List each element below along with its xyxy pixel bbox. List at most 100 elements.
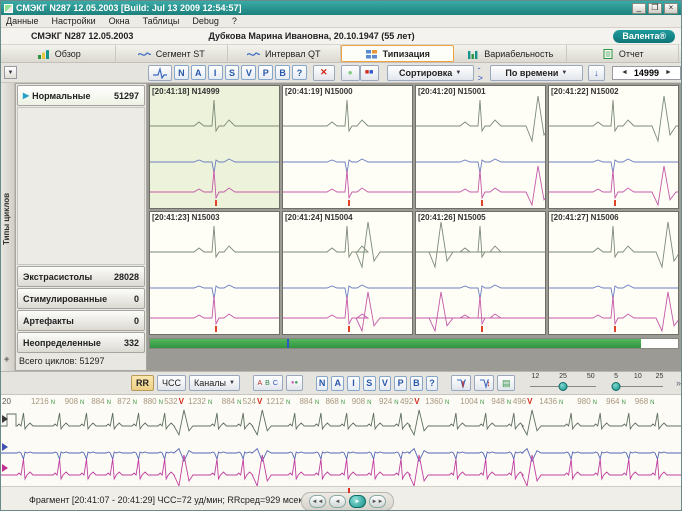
strip-class-button-A[interactable]: A bbox=[331, 376, 344, 391]
tab-сегмент-st[interactable]: Сегмент ST bbox=[116, 45, 229, 62]
tab-типизация[interactable]: Типизация bbox=[341, 45, 455, 62]
slider-tick-label: 50 bbox=[587, 373, 595, 380]
menu-item-?[interactable]: ? bbox=[232, 16, 237, 26]
beat-arrow-icon bbox=[456, 377, 466, 389]
strip-class-button-?[interactable]: ? bbox=[426, 376, 439, 391]
strip-class-button-S[interactable]: S bbox=[363, 376, 376, 391]
prev-cycle-button[interactable]: ◄ bbox=[621, 69, 628, 76]
gain-slider[interactable]: 51025 bbox=[611, 373, 665, 393]
strip-class-button-V[interactable]: V bbox=[379, 376, 392, 391]
tiles-area: [20:41:18] N14999[20:41:19] N15000[20:41… bbox=[147, 83, 681, 371]
fragment-status-text: Фрагмент [20:41:07 - 20:41:29] ЧСС=72 уд… bbox=[29, 495, 305, 505]
beat-view-button[interactable] bbox=[148, 65, 172, 81]
strip-class-button-B[interactable]: B bbox=[410, 376, 423, 391]
next-cycle-button[interactable]: ► bbox=[665, 69, 672, 76]
ecg-tile[interactable]: [20:41:27] N15006 bbox=[548, 211, 679, 335]
sidebar-item-5[interactable]: Неопределенные332 bbox=[17, 332, 145, 353]
pin-icon: ◈ bbox=[4, 355, 9, 363]
tab-интервал-qt[interactable]: Интервал QT bbox=[228, 45, 341, 62]
ecg-tile[interactable]: [20:41:22] N15002 bbox=[548, 85, 679, 209]
record-progress-bar[interactable] bbox=[149, 338, 679, 349]
mark-beat-button[interactable] bbox=[451, 375, 471, 391]
tile-traces bbox=[283, 212, 413, 334]
panel-dropdown-button[interactable]: ▼ bbox=[4, 66, 17, 79]
delete-beat-button[interactable] bbox=[474, 375, 494, 391]
class-button-?[interactable]: ? bbox=[292, 65, 307, 80]
channel1-marker bbox=[2, 415, 8, 423]
close-button[interactable]: × bbox=[664, 3, 678, 14]
class-button-N[interactable]: N bbox=[174, 65, 189, 80]
menu-item-окна[interactable]: Окна bbox=[109, 16, 130, 26]
ecg-tile[interactable]: [20:41:20] N15001 bbox=[415, 85, 546, 209]
forward-button[interactable]: ►► bbox=[369, 495, 386, 508]
empty-list-area bbox=[17, 107, 145, 265]
hr-mode-button[interactable]: ЧСС bbox=[157, 375, 186, 391]
sort-mode-dropdown[interactable]: По времени▼ bbox=[490, 65, 583, 81]
slider-knob[interactable] bbox=[612, 382, 621, 391]
ecg-tile[interactable]: [20:41:26] N15005 bbox=[415, 211, 546, 335]
slider-knob[interactable] bbox=[559, 382, 568, 391]
rr-value: 880N bbox=[143, 397, 163, 406]
patient-bar: СМЭКГ N287 12.05.2003 Дубкова Марина Ива… bbox=[1, 28, 681, 45]
rr-value: 1360N bbox=[425, 397, 449, 406]
ecg-tile[interactable]: [20:41:19] N15000 bbox=[282, 85, 413, 209]
tab-bar: Обзор Сегмент STИнтервал QTТипизацияВариа… bbox=[1, 45, 681, 63]
ecg-tile[interactable]: [20:41:18] N14999 bbox=[149, 85, 280, 209]
step-back-button[interactable]: ◄ bbox=[329, 495, 346, 508]
minimize-button[interactable]: _ bbox=[632, 3, 646, 14]
collapse-panel-icon[interactable]: » bbox=[676, 378, 681, 388]
play-button[interactable]: ► bbox=[349, 495, 366, 508]
move-to-class-button[interactable]: ■■ bbox=[360, 65, 379, 81]
ecg-tile[interactable]: [20:41:24] N15004 bbox=[282, 211, 413, 335]
sidebar-item-4[interactable]: Артефакты0 bbox=[17, 310, 145, 331]
rr-value: 908N bbox=[352, 397, 372, 406]
sort-button[interactable]: Сортировка▼ bbox=[387, 65, 474, 81]
beat-position-tick bbox=[481, 326, 483, 332]
progress-fill bbox=[150, 339, 641, 348]
tab-обзор[interactable]: Обзор bbox=[3, 45, 116, 62]
strip-class-button-I[interactable]: I bbox=[347, 376, 360, 391]
cycle-type-count: 332 bbox=[124, 338, 139, 348]
restore-button[interactable]: ❐ bbox=[648, 3, 662, 14]
mark-color-button[interactable]: ● bbox=[341, 65, 360, 81]
sidebar-item-3[interactable]: Стимулированные0 bbox=[17, 288, 145, 309]
rr-mode-button[interactable]: RR bbox=[131, 375, 154, 391]
ecg-strip: 20 1216N908N884N872N880N532V1232N884N524… bbox=[1, 395, 681, 486]
strip-class-button-P[interactable]: P bbox=[394, 376, 407, 391]
class-button-A[interactable]: A bbox=[191, 65, 206, 80]
cycle-types-strip: Типы циклов ◈ bbox=[1, 83, 15, 371]
tile-header: [20:41:27] N15006 bbox=[551, 213, 619, 222]
beat-position-tick bbox=[614, 326, 616, 332]
ecg-tile[interactable]: [20:41:23] N15003 bbox=[149, 211, 280, 335]
tab-label: Обзор bbox=[55, 49, 81, 59]
class-button-S[interactable]: S bbox=[225, 65, 240, 80]
class-button-I[interactable]: I bbox=[208, 65, 223, 80]
speed-slider[interactable]: 122550 bbox=[528, 373, 597, 393]
channels-dropdown[interactable]: Каналы ▼ bbox=[189, 375, 240, 391]
tab-вариабельность[interactable]: Вариабельность bbox=[454, 45, 567, 62]
class-button-V[interactable]: V bbox=[241, 65, 256, 80]
menu-item-debug[interactable]: Debug bbox=[192, 16, 219, 26]
tab-отчет[interactable]: Отчет bbox=[567, 45, 680, 62]
qt-wave-icon bbox=[247, 49, 260, 59]
ecg-strip-traces[interactable] bbox=[1, 408, 682, 486]
delete-class-button[interactable]: ✕ bbox=[313, 65, 335, 81]
class-button-B[interactable]: B bbox=[275, 65, 290, 80]
apply-sort-button[interactable]: ↓ bbox=[588, 65, 605, 81]
sidebar-item-2[interactable]: Экстрасистолы28028 bbox=[17, 266, 145, 287]
sidebar-item-1[interactable]: ▶Нормальные51297 bbox=[17, 85, 145, 106]
abc-labels-button[interactable]: ABC bbox=[253, 375, 283, 391]
marks-color-button[interactable]: ●● bbox=[286, 375, 303, 391]
class-button-P[interactable]: P bbox=[258, 65, 273, 80]
rr-values-row: 20 1216N908N884N872N880N532V1232N884N524… bbox=[1, 395, 681, 408]
rr-value: 492V bbox=[400, 397, 420, 406]
menu-item-данные[interactable]: Данные bbox=[6, 16, 39, 26]
menu-item-таблицы[interactable]: Таблицы bbox=[143, 16, 180, 26]
cycle-type-count: 0 bbox=[134, 294, 139, 304]
report-export-button[interactable]: ▤ bbox=[497, 375, 516, 391]
menu-item-настройки[interactable]: Настройки bbox=[52, 16, 96, 26]
rr-value: 884N bbox=[299, 397, 319, 406]
rewind-button[interactable]: ◄◄ bbox=[309, 495, 326, 508]
beat-position-tick bbox=[348, 326, 350, 332]
strip-class-button-N[interactable]: N bbox=[316, 376, 329, 391]
